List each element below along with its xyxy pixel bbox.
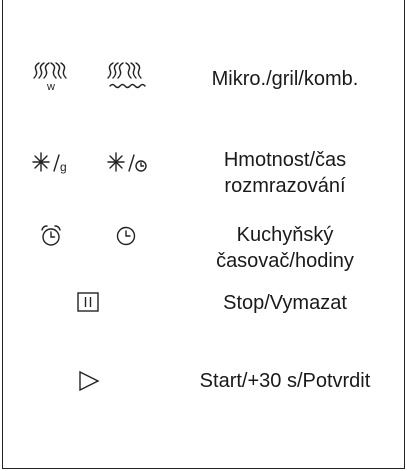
defrost-time-icon[interactable]	[107, 151, 149, 175]
row3-label-line2: časovač/hodiny	[216, 250, 354, 272]
row1-label-line1: Mikro./gril/komb.	[211, 68, 359, 90]
pause-stop-icon[interactable]	[76, 291, 100, 313]
row3-label-line1: Kuchyňský	[236, 224, 334, 246]
clock-icon[interactable]	[115, 225, 137, 247]
svg-text:w: w	[46, 81, 55, 93]
row2-label-line2: rozmrazování	[224, 175, 346, 197]
alarm-clock-icon[interactable]	[39, 224, 63, 248]
microwave-grill-icon[interactable]	[104, 60, 150, 94]
row2-label: Hmotnost/čas rozmrazování	[175, 147, 395, 199]
row4-label: Stop/Vymazat	[175, 290, 395, 316]
row5-label-line1: Start/+30 s/Potvrdit	[199, 370, 371, 392]
row2-label-line1: Hmotnost/čas	[223, 149, 347, 171]
row3-label: Kuchyňský časovač/hodiny	[175, 222, 395, 274]
microwave-w-icon[interactable]: w	[30, 60, 74, 94]
row5-label: Start/+30 s/Potvrdit	[175, 368, 395, 394]
defrost-weight-icon[interactable]: g	[32, 151, 72, 175]
play-start-icon[interactable]	[77, 369, 101, 393]
row4-label-line1: Stop/Vymazat	[223, 292, 347, 314]
weight-unit-glyph: g	[60, 160, 67, 174]
row1-label: Mikro./gril/komb.	[175, 66, 395, 92]
